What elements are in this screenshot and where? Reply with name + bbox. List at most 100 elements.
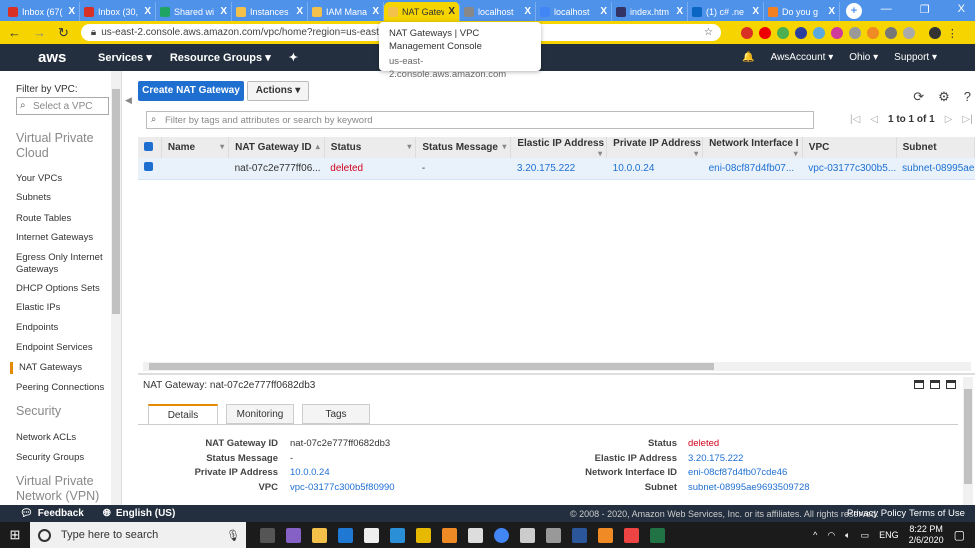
sidebar-item[interactable]: Egress Only Internet Gateways bbox=[16, 252, 108, 276]
cell-subnet[interactable]: subnet-08995ae bbox=[896, 158, 975, 180]
sidebar-item[interactable]: NAT Gateways bbox=[10, 362, 102, 374]
edge-icon[interactable] bbox=[338, 527, 353, 543]
column-header[interactable]: Status Message ▾ bbox=[415, 137, 512, 158]
cell-vpc[interactable]: vpc-03177c300b5... bbox=[802, 158, 897, 180]
row-checkbox[interactable] bbox=[138, 158, 162, 180]
file-explorer-icon[interactable] bbox=[312, 527, 327, 543]
minimize-button[interactable]: — bbox=[881, 3, 892, 16]
region-menu[interactable]: Ohio ▾ bbox=[849, 52, 878, 63]
collapse-sidebar-icon[interactable]: ◀ bbox=[125, 95, 132, 106]
new-tab-button[interactable]: + bbox=[846, 2, 862, 19]
app-icon[interactable] bbox=[546, 527, 561, 543]
next-page-icon[interactable]: ▷ bbox=[945, 114, 953, 125]
pane-splitter[interactable] bbox=[138, 373, 975, 375]
browser-tab[interactable]: localhost X bbox=[460, 2, 536, 21]
app-icon[interactable] bbox=[442, 527, 457, 543]
sidebar-item[interactable]: Route Tables bbox=[16, 213, 108, 225]
close-tab-icon[interactable]: X bbox=[448, 6, 455, 17]
sidebar-item[interactable]: DHCP Options Sets bbox=[16, 283, 108, 295]
battery-icon[interactable]: ▭ bbox=[861, 530, 870, 541]
column-header[interactable]: Private IP Address ▾ bbox=[606, 137, 704, 158]
profile-avatar[interactable] bbox=[928, 26, 941, 39]
close-tab-icon[interactable]: X bbox=[828, 6, 835, 17]
resource-groups-menu[interactable]: Resource Groups ▾ bbox=[170, 51, 271, 64]
prev-page-icon[interactable]: ◁ bbox=[870, 114, 878, 125]
chevron-up-icon[interactable]: ^ bbox=[813, 530, 817, 540]
close-tab-icon[interactable]: X bbox=[144, 6, 151, 17]
tab-tags[interactable]: Tags bbox=[302, 404, 370, 424]
select-all-checkbox[interactable] bbox=[138, 137, 162, 158]
scrollbar-thumb[interactable] bbox=[149, 363, 714, 370]
detail-value[interactable]: 10.0.0.24 bbox=[290, 466, 330, 481]
terms-link[interactable]: Terms of Use bbox=[909, 508, 965, 519]
sort-icon[interactable]: ▾ bbox=[794, 149, 798, 158]
sort-icon[interactable]: ▴ bbox=[316, 142, 320, 151]
sort-icon[interactable]: ▾ bbox=[502, 142, 506, 151]
extension-icon[interactable] bbox=[740, 26, 753, 39]
browser-tab[interactable]: Do you g X bbox=[764, 2, 840, 21]
cell-eni[interactable]: eni-08cf87d4fb07... bbox=[702, 158, 803, 180]
close-window-button[interactable]: X bbox=[958, 3, 965, 16]
browser-tab[interactable]: Inbox (30, X bbox=[80, 2, 156, 21]
language-selector[interactable]: English (US) bbox=[116, 508, 175, 519]
vpc-select[interactable]: ⌕ Select a VPC bbox=[16, 97, 109, 115]
browser-tab[interactable]: index.htm X bbox=[612, 2, 688, 21]
close-tab-icon[interactable]: X bbox=[296, 6, 303, 17]
table-horizontal-scrollbar[interactable] bbox=[143, 362, 971, 371]
gear-icon[interactable]: ⚙ bbox=[938, 89, 950, 105]
app-icon[interactable] bbox=[416, 527, 431, 543]
back-icon[interactable]: ← bbox=[8, 25, 21, 40]
excel-icon[interactable] bbox=[650, 527, 665, 543]
detail-value[interactable]: subnet-08995ae9693509728 bbox=[688, 481, 810, 496]
task-view-icon[interactable] bbox=[260, 527, 275, 543]
tab-monitoring[interactable]: Monitoring bbox=[226, 404, 294, 424]
column-header[interactable]: Network Interface I ▾ bbox=[702, 137, 803, 158]
menu-icon[interactable]: ⋮ bbox=[947, 27, 958, 40]
services-menu[interactable]: Services ▾ bbox=[98, 51, 152, 64]
close-tab-icon[interactable]: X bbox=[220, 6, 227, 17]
sidebar-item[interactable]: Your VPCs bbox=[16, 173, 108, 185]
sort-icon[interactable]: ▾ bbox=[407, 142, 411, 151]
extension-icon[interactable] bbox=[866, 26, 879, 39]
browser-tab[interactable]: Shared wi X bbox=[156, 2, 232, 21]
column-header[interactable]: NAT Gateway ID ▴ bbox=[228, 137, 325, 158]
git-icon[interactable] bbox=[624, 527, 639, 543]
sort-icon[interactable]: ▾ bbox=[220, 142, 224, 151]
sort-icon[interactable]: ▾ bbox=[598, 149, 602, 158]
store-icon[interactable] bbox=[364, 527, 379, 543]
browser-tab[interactable]: NAT Gatew X bbox=[384, 2, 460, 21]
notifications-icon[interactable]: ▢ bbox=[954, 528, 965, 542]
forward-icon[interactable]: → bbox=[33, 25, 46, 40]
help-icon[interactable]: ? bbox=[964, 89, 971, 105]
column-header[interactable]: Name ▾ bbox=[161, 137, 230, 158]
extension-icon[interactable] bbox=[794, 26, 807, 39]
word-icon[interactable] bbox=[572, 527, 587, 543]
vscode-icon[interactable] bbox=[390, 527, 405, 543]
first-page-icon[interactable]: |◁ bbox=[850, 114, 860, 125]
close-tab-icon[interactable]: X bbox=[372, 6, 379, 17]
last-page-icon[interactable]: ▷| bbox=[962, 114, 972, 125]
close-tab-icon[interactable]: X bbox=[676, 6, 683, 17]
feedback-link[interactable]: Feedback bbox=[38, 508, 84, 519]
detail-value[interactable]: vpc-03177c300b5f80990 bbox=[290, 481, 395, 496]
browser-tab[interactable]: IAM Mana X bbox=[308, 2, 384, 21]
column-header[interactable]: VPC bbox=[802, 137, 897, 158]
close-tab-icon[interactable]: X bbox=[68, 6, 75, 17]
extension-icon[interactable] bbox=[848, 26, 861, 39]
detail-value[interactable]: 3.20.175.222 bbox=[688, 452, 743, 467]
refresh-icon[interactable]: ⟳ bbox=[913, 89, 924, 105]
extension-icon[interactable] bbox=[884, 26, 897, 39]
search-input[interactable]: ⌕ Filter by tags and attributes or search… bbox=[146, 111, 814, 129]
scrollbar-thumb[interactable] bbox=[112, 89, 120, 314]
layout-bottom-icon[interactable] bbox=[914, 380, 924, 389]
language-indicator[interactable]: ENG bbox=[879, 530, 899, 540]
create-nat-gateway-button[interactable]: Create NAT Gateway bbox=[138, 81, 244, 101]
sort-icon[interactable]: ▾ bbox=[694, 149, 698, 158]
extension-icon[interactable] bbox=[758, 26, 771, 39]
extension-icon[interactable] bbox=[812, 26, 825, 39]
actions-button[interactable]: Actions ▾ bbox=[247, 81, 309, 101]
extension-icon[interactable] bbox=[830, 26, 843, 39]
reload-icon[interactable]: ↻ bbox=[58, 25, 69, 41]
layout-full-icon[interactable] bbox=[946, 380, 956, 389]
maximize-button[interactable]: ❐ bbox=[920, 3, 930, 16]
